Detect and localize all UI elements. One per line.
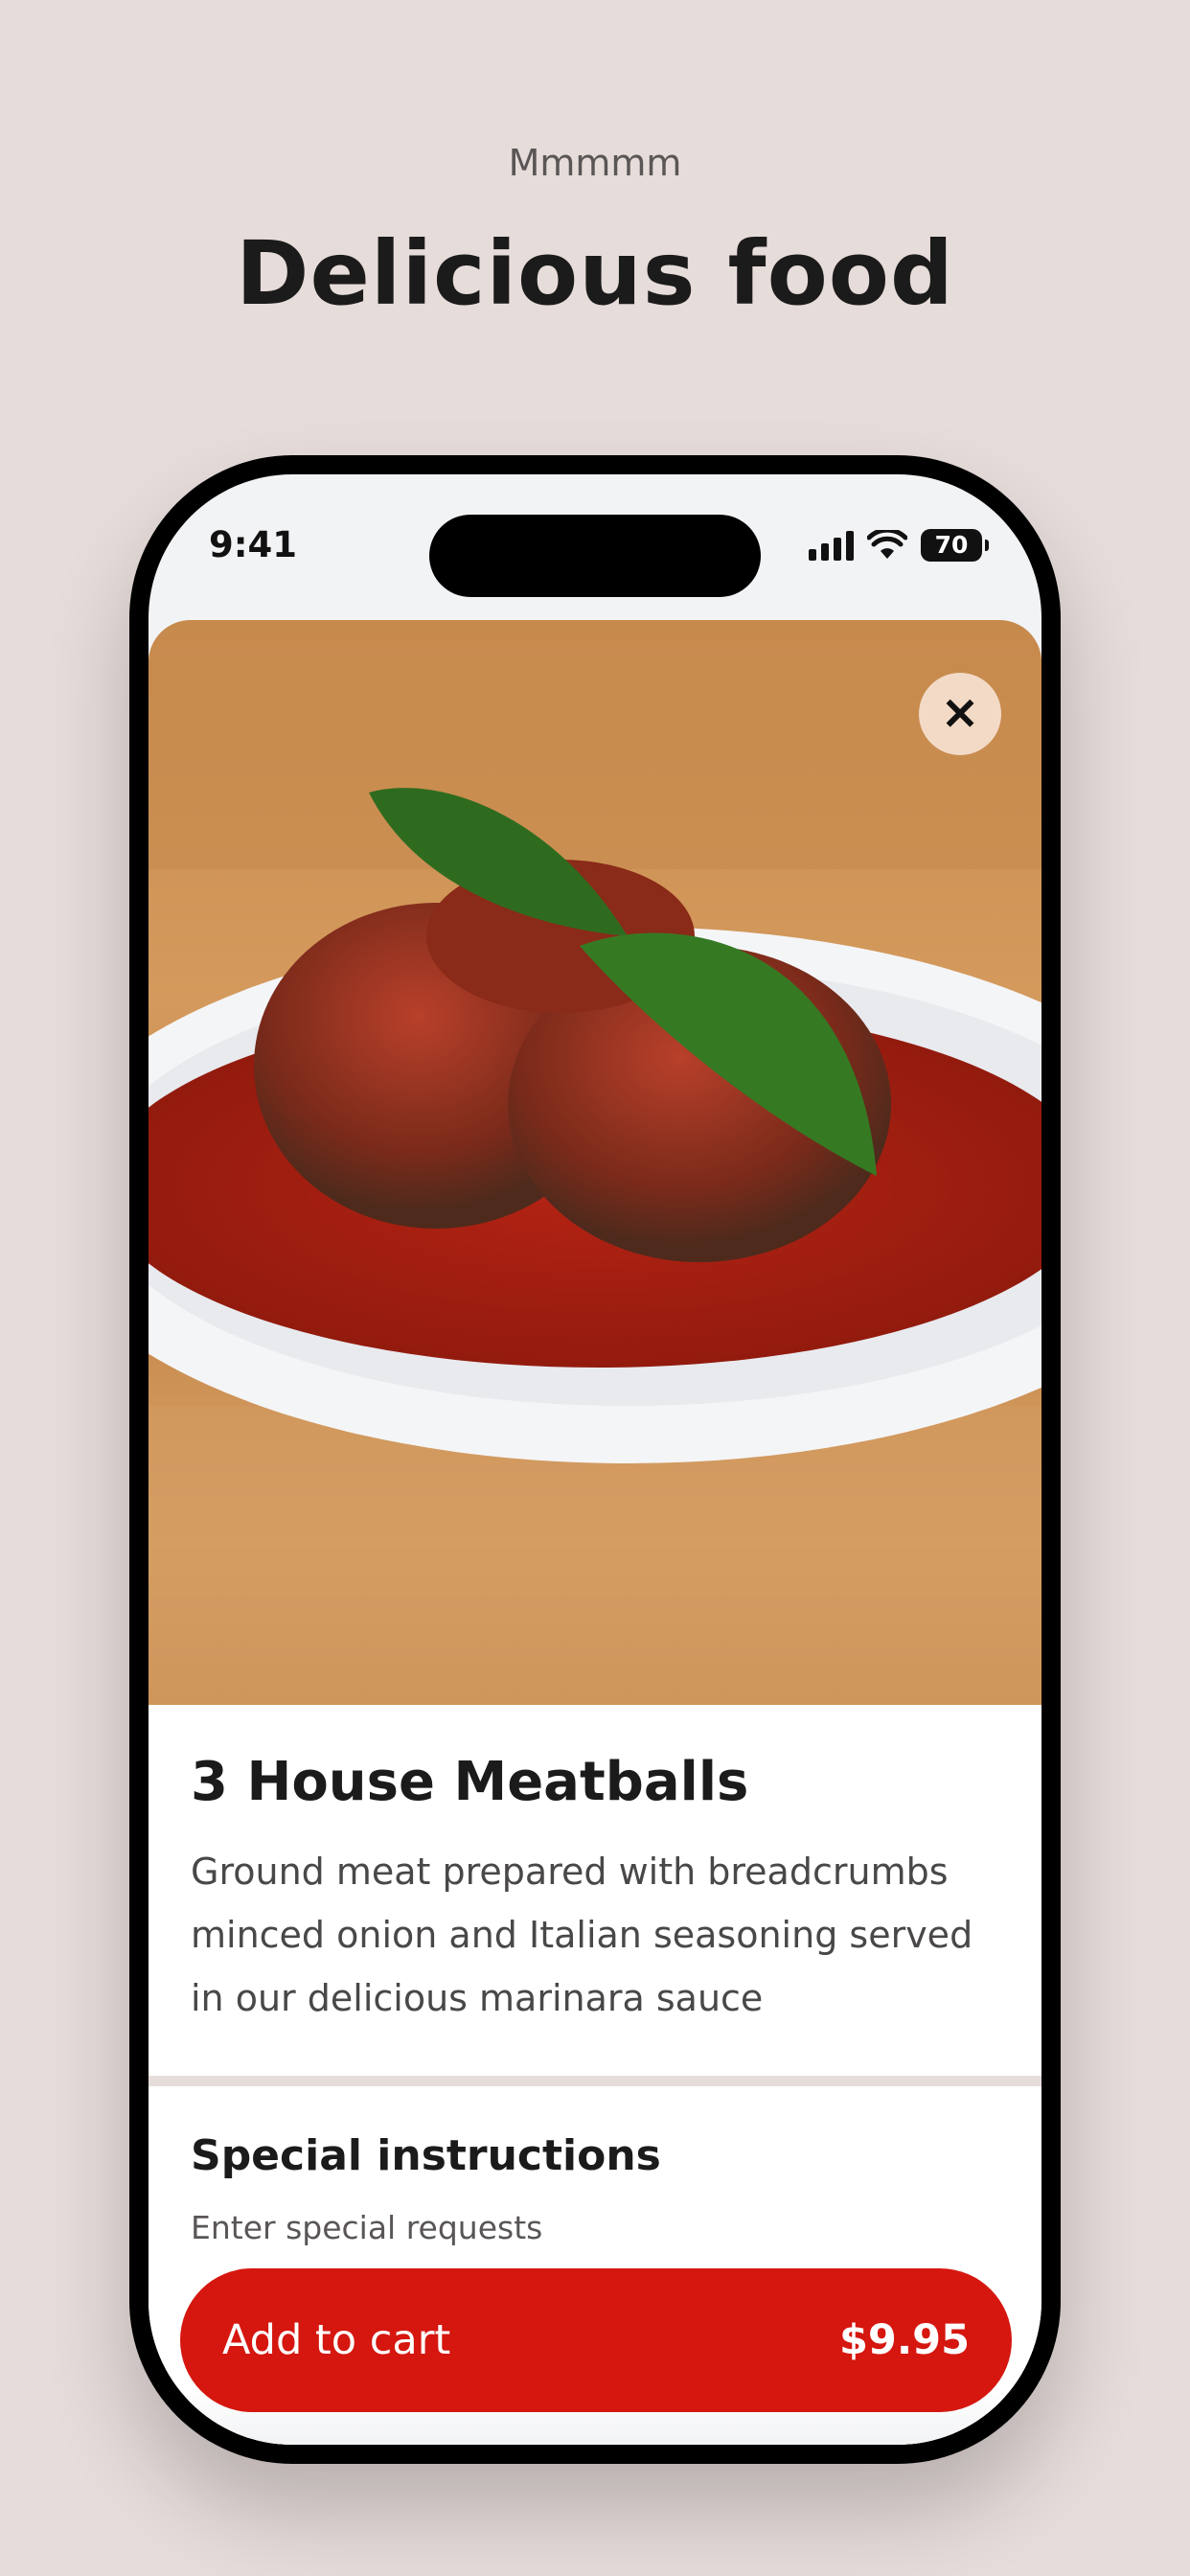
section-divider — [149, 2076, 1041, 2086]
intro-headline: Delicious food — [236, 222, 954, 325]
add-to-cart-label: Add to cart — [222, 2316, 451, 2364]
add-to-cart-button[interactable]: Add to cart $9.95 — [180, 2268, 1012, 2412]
signal-icon — [809, 530, 854, 561]
special-instructions-title: Special instructions — [191, 2131, 661, 2180]
close-button[interactable]: ✕ — [919, 673, 1001, 755]
item-description: Ground meat prepared with breadcrumbs mi… — [191, 1851, 973, 2019]
battery-icon: 70 — [921, 529, 989, 562]
meatballs-illustration — [149, 620, 1041, 1705]
status-icons: 70 — [809, 526, 989, 564]
cart-price: $9.95 — [838, 2316, 970, 2364]
item-title: 3 House Meatballs — [191, 1751, 749, 1813]
dynamic-island — [429, 515, 761, 597]
phone-frame: 9:41 70 ✕ 3 House Meatballs Ground meat … — [129, 455, 1061, 2464]
item-info: 3 House Meatballs Ground meat prepared w… — [191, 1751, 1005, 2030]
wifi-icon — [867, 530, 907, 559]
close-icon: ✕ — [941, 689, 979, 739]
item-sheet: ✕ 3 House Meatballs Ground meat prepared… — [149, 620, 1041, 2445]
item-photo: ✕ — [149, 620, 1041, 1705]
phone-screen: 9:41 70 ✕ 3 House Meatballs Ground meat … — [149, 474, 1041, 2445]
intro-eyebrow: Mmmmm — [508, 142, 682, 184]
special-instructions-input[interactable] — [191, 2203, 995, 2251]
status-time: 9:41 — [209, 524, 298, 565]
